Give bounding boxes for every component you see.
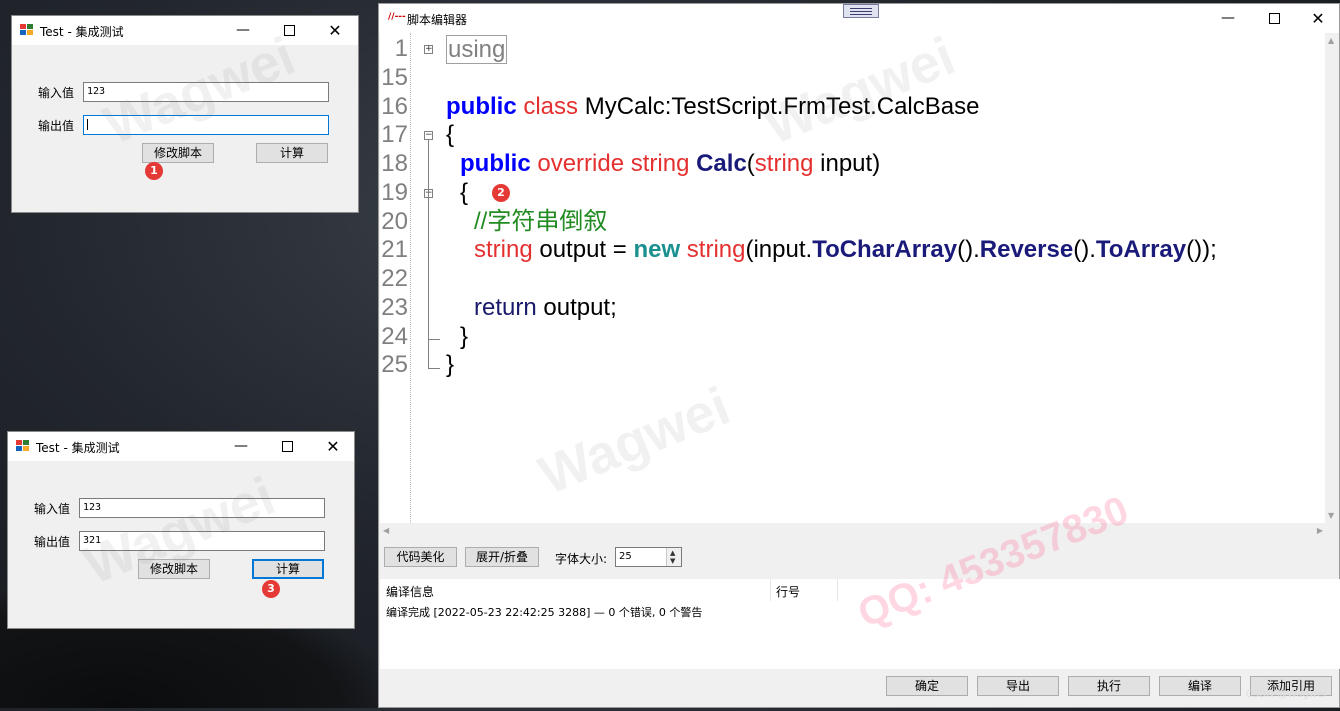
line-number: 19 [381, 179, 408, 206]
font-size-value[interactable]: 25 [619, 551, 632, 562]
test-window-2: Test - 集成测试 — ✕ 输入值 123 输出值 321 修改脚本 计算 … [7, 431, 355, 629]
font-size-label: 字体大小: [555, 552, 608, 566]
spin-up-icon[interactable]: ▲ [670, 549, 675, 557]
code-line-18: public override string Calc(string input… [460, 150, 881, 177]
code-line-19: { [460, 179, 469, 206]
edit-script-button[interactable]: 修改脚本 [142, 143, 214, 163]
line-number: 22 [381, 265, 408, 292]
column-separator [770, 579, 771, 601]
compile-info-panel: 编译信息 行号 编译完成 [2022-05-23 22:42:25 3288] … [380, 579, 1340, 669]
script-icon: //--- [388, 12, 406, 22]
scroll-left-icon[interactable]: ◀ [383, 526, 389, 535]
code-line-16: public class MyCalc:TestScript.FrmTest.C… [446, 93, 980, 120]
compile-button[interactable]: 编译 [1159, 676, 1241, 696]
fold-toggle-button[interactable]: 展开/折叠 [465, 547, 539, 567]
spin-down-icon[interactable]: ▼ [670, 557, 675, 565]
input-label: 输入值 [38, 86, 75, 100]
script-editor-window: //--- 脚本编辑器 — ✕ 1 15 16 17 18 19 20 21 2… [378, 3, 1340, 708]
minimize-icon[interactable]: — [220, 16, 266, 45]
window-title: Test - 集成测试 [36, 441, 120, 455]
code-line-17: { [446, 121, 455, 148]
line-number: 24 [381, 323, 408, 350]
step-badge-3: 3 [262, 580, 280, 598]
input-field[interactable]: 123 [83, 82, 329, 102]
beautify-button[interactable]: 代码美化 [384, 547, 457, 567]
close-icon[interactable]: ✕ [1295, 4, 1340, 33]
scroll-up-icon[interactable]: ▲ [1328, 36, 1334, 45]
line-number: 18 [381, 150, 408, 177]
code-line-21: string output = new string(input.ToCharA… [474, 236, 1217, 263]
calc-button[interactable]: 计算 [252, 559, 324, 579]
expand-icon[interactable]: + [424, 45, 433, 54]
code-line-24: } [460, 323, 469, 350]
fold-end [428, 339, 440, 340]
maximize-icon[interactable] [264, 432, 310, 461]
line-number: 23 [381, 294, 408, 321]
vertical-scrollbar[interactable]: ▲ ▼ [1325, 33, 1339, 523]
collapsed-region[interactable]: using [446, 35, 508, 64]
edit-script-button[interactable]: 修改脚本 [138, 559, 210, 579]
maximize-icon[interactable] [266, 16, 312, 45]
calc-button[interactable]: 计算 [256, 143, 328, 163]
line-number: 20 [381, 208, 408, 235]
csdn-watermark: CSDN @Wagwei [1245, 689, 1326, 700]
run-button[interactable]: 执行 [1068, 676, 1150, 696]
ok-button[interactable]: 确定 [886, 676, 968, 696]
output-label: 输出值 [34, 535, 71, 549]
line-number: 1 [394, 35, 408, 62]
window-title: Test - 集成测试 [40, 25, 124, 39]
minimize-icon[interactable]: — [1205, 4, 1251, 33]
column-header-info[interactable]: 编译信息 [386, 583, 434, 600]
export-button[interactable]: 导出 [977, 676, 1059, 696]
close-icon[interactable]: ✕ [310, 432, 356, 461]
gutter-separator [410, 33, 411, 523]
line-number: 25 [381, 351, 408, 378]
font-size-stepper[interactable]: 25 ▲ ▼ [615, 547, 682, 567]
output-field[interactable] [83, 115, 329, 135]
line-number: 21 [381, 236, 408, 263]
bottom-button-bar: 确定 导出 执行 编译 添加引用 [380, 669, 1340, 711]
line-number: 16 [381, 93, 408, 120]
output-field[interactable]: 321 [79, 531, 325, 551]
step-badge-2: 2 [492, 184, 510, 202]
drag-handle[interactable] [843, 4, 879, 18]
column-header-line[interactable]: 行号 [776, 583, 800, 600]
code-editor[interactable]: 1 15 16 17 18 19 20 21 22 23 24 25 + − −… [380, 33, 1326, 523]
scroll-right-icon[interactable]: ▶ [1317, 526, 1323, 535]
scroll-down-icon[interactable]: ▼ [1328, 511, 1334, 520]
title-bar[interactable]: //--- 脚本编辑器 — ✕ [379, 4, 1339, 33]
column-separator [837, 579, 838, 601]
horizontal-scrollbar[interactable]: ◀ ▶ [380, 523, 1326, 537]
app-icon [16, 440, 30, 452]
step-badge-1: 1 [145, 162, 163, 180]
title-bar[interactable]: Test - 集成测试 — ✕ [8, 432, 354, 461]
output-label: 输出值 [38, 119, 75, 133]
code-line-23: return output; [474, 294, 617, 321]
app-icon [20, 24, 34, 36]
editor-toolbar: 代码美化 展开/折叠 字体大小: 25 ▲ ▼ [380, 539, 1340, 575]
input-field[interactable]: 123 [79, 498, 325, 518]
fold-line [428, 140, 429, 368]
compile-message[interactable]: 编译完成 [2022-05-23 22:42:25 3288] — 0 个错误,… [386, 604, 702, 620]
line-number: 17 [381, 121, 408, 148]
minimize-icon[interactable]: — [218, 432, 264, 461]
spin-buttons[interactable]: ▲ ▼ [666, 548, 681, 566]
text-caret [87, 119, 88, 130]
close-icon[interactable]: ✕ [312, 16, 358, 45]
line-number: 15 [381, 64, 408, 91]
window-title: 脚本编辑器 [407, 13, 468, 27]
title-bar[interactable]: Test - 集成测试 — ✕ [12, 16, 358, 45]
code-line-25: } [446, 351, 455, 378]
maximize-icon[interactable] [1251, 4, 1297, 33]
fold-end [428, 368, 440, 369]
code-line-20: //字符串倒叙 [474, 208, 608, 235]
code-line-1: using [446, 35, 508, 64]
input-label: 输入值 [34, 502, 71, 516]
test-window-1: Test - 集成测试 — ✕ 输入值 123 输出值 修改脚本 计算 1 [11, 15, 359, 213]
collapse-icon[interactable]: − [424, 131, 433, 140]
